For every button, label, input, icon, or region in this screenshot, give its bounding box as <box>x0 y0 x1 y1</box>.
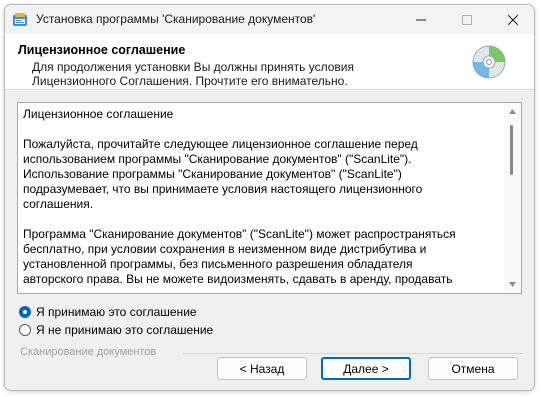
next-button[interactable]: Далее > <box>321 357 411 380</box>
accept-agreement-label[interactable]: Я принимаю это соглашение <box>36 305 197 319</box>
page-subtitle: Для продолжения установки Вы должны прин… <box>32 60 355 88</box>
footer-divider <box>183 353 523 354</box>
radio-unchecked-icon[interactable] <box>19 324 31 336</box>
page-title: Лицензионное соглашение <box>18 43 186 57</box>
scroll-thumb[interactable] <box>510 125 513 175</box>
maximize-button[interactable] <box>444 5 490 34</box>
scroll-up-arrow-icon[interactable] <box>508 107 517 116</box>
radio-checked-icon[interactable] <box>19 306 31 318</box>
maximize-icon <box>462 14 472 25</box>
close-button[interactable] <box>490 5 534 34</box>
decline-agreement-radio[interactable]: Я не принимаю это соглашение <box>19 323 213 337</box>
wizard-header: Лицензионное соглашение Для продолжения … <box>5 34 534 90</box>
back-button[interactable]: < Назад <box>217 357 307 380</box>
accept-agreement-radio[interactable]: Я принимаю это соглашение <box>19 305 197 319</box>
title-bar[interactable]: Установка программы 'Сканирование докуме… <box>5 5 534 34</box>
minimize-button[interactable] <box>398 5 444 34</box>
installer-app-icon <box>12 12 28 28</box>
license-scrollbar[interactable] <box>504 103 521 293</box>
cd-disc-icon <box>471 44 507 80</box>
installer-window: Установка программы 'Сканирование докуме… <box>4 4 535 391</box>
license-text-box[interactable]: Лицензионное соглашение Пожалуйста, проч… <box>17 102 522 294</box>
cancel-button[interactable]: Отмена <box>428 357 518 380</box>
footer-brand-label: Сканирование документов <box>20 346 157 358</box>
scroll-down-arrow-icon[interactable] <box>508 280 517 289</box>
close-icon <box>508 14 518 25</box>
window-title: Установка программы 'Сканирование докуме… <box>36 12 316 26</box>
decline-agreement-label[interactable]: Я не принимаю это соглашение <box>36 323 213 337</box>
license-text: Лицензионное соглашение Пожалуйста, проч… <box>23 107 456 286</box>
minimize-icon <box>416 19 426 20</box>
